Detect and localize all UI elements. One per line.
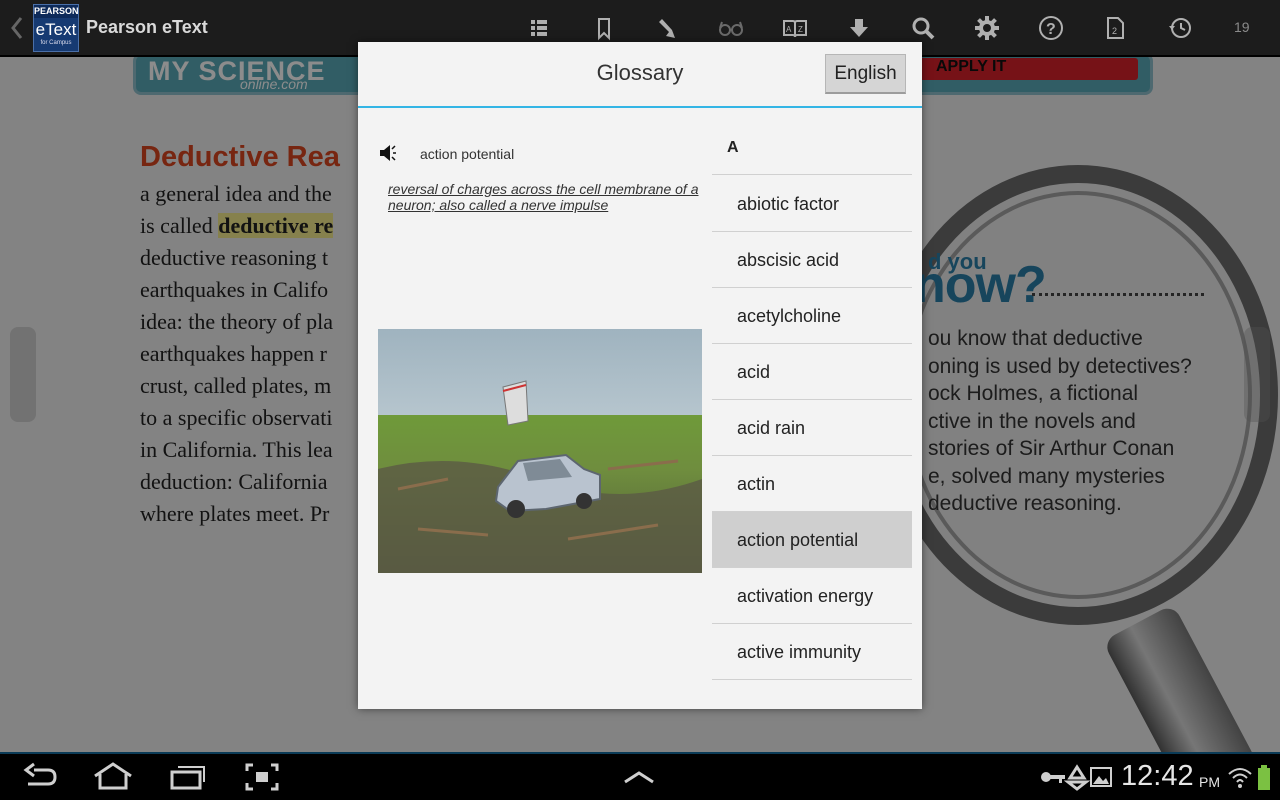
term-definition[interactable]: reversal of charges across the cell memb… [388, 181, 704, 213]
clock[interactable]: 12:42 [1121, 760, 1194, 793]
recent-apps-icon[interactable] [168, 762, 208, 792]
glossary-list-item[interactable]: activation energy [712, 568, 912, 624]
svg-text:A: A [786, 25, 792, 34]
glossary-icon[interactable]: AZ [781, 14, 809, 42]
screenshot-icon[interactable] [244, 762, 280, 792]
app-screen: PEARSON eText for Campus Pearson eText A… [0, 0, 1280, 800]
app-title: Pearson eText [86, 17, 208, 37]
system-navigation-bar: 12:42 PM [0, 752, 1280, 800]
glossary-list-item[interactable]: abscisic acid [712, 232, 912, 288]
term-illustration-image [378, 329, 702, 573]
svg-text:Z: Z [798, 25, 803, 34]
selected-term: action potential [420, 146, 515, 162]
glossary-list-item[interactable]: abiotic factor [712, 176, 912, 232]
back-icon[interactable] [9, 15, 25, 41]
recycle-icon [1064, 762, 1090, 792]
table-of-contents-icon[interactable] [525, 14, 553, 42]
page-icon[interactable]: 2 [1101, 14, 1129, 42]
title-divider [358, 106, 922, 108]
back-nav-icon[interactable] [20, 762, 60, 792]
glossary-dialog: Glossary English action potential revers… [358, 42, 922, 709]
glossary-list-item-selected[interactable]: action potential [712, 512, 912, 568]
bookmark-icon[interactable] [590, 14, 618, 42]
settings-icon[interactable] [973, 14, 1001, 42]
glossary-list-item[interactable]: actin [712, 456, 912, 512]
speaker-icon[interactable] [378, 143, 398, 163]
wifi-icon [1227, 762, 1253, 792]
glossary-list-item[interactable]: active immunity [712, 624, 912, 680]
glasses-icon[interactable] [717, 14, 745, 42]
up-chevron-icon[interactable] [622, 762, 656, 792]
key-icon [1040, 762, 1066, 792]
gallery-icon [1089, 762, 1113, 792]
home-nav-icon[interactable] [91, 762, 135, 792]
battery-icon [1256, 762, 1272, 792]
page-number: 19 [1234, 19, 1250, 35]
highlighter-icon[interactable] [653, 14, 681, 42]
letter-section-header: A [712, 112, 912, 175]
search-icon[interactable] [909, 14, 937, 42]
glossary-term-list[interactable]: A abiotic factor abscisic acid acetylcho… [712, 112, 912, 709]
language-button[interactable]: English [825, 54, 906, 94]
history-icon[interactable] [1166, 14, 1194, 42]
svg-text:2: 2 [1112, 26, 1117, 36]
glossary-list-item[interactable]: acid rain [712, 400, 912, 456]
pearson-etext-logo[interactable]: PEARSON eText for Campus [33, 4, 79, 52]
download-icon[interactable] [845, 14, 873, 42]
help-icon[interactable]: ? [1037, 14, 1065, 42]
glossary-list-item[interactable]: acetylcholine [712, 288, 912, 344]
glossary-list-item[interactable]: acid [712, 344, 912, 400]
svg-text:?: ? [1046, 21, 1056, 38]
clock-ampm: PM [1199, 774, 1220, 790]
